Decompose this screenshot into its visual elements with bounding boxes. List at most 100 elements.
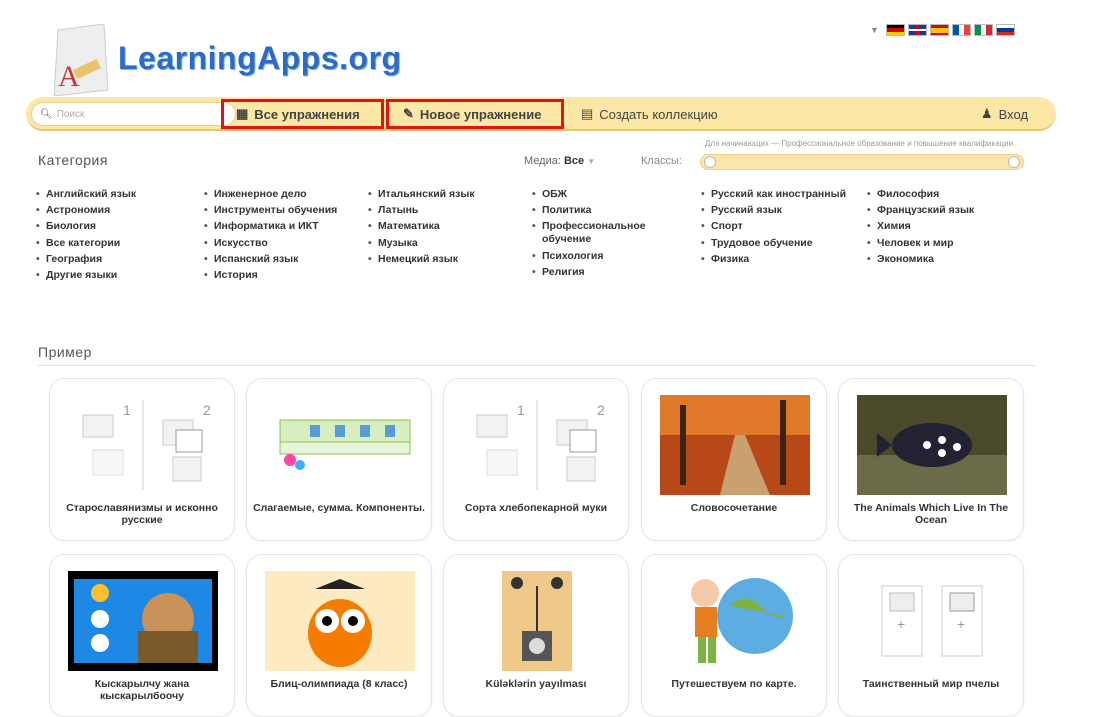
category-link[interactable]: ОБЖ: [530, 188, 680, 201]
category-link[interactable]: Искусство: [202, 237, 362, 250]
login-button[interactable]: ♟ Вход: [981, 99, 1028, 129]
example-card[interactable]: The Animals Which Live In The Ocean: [838, 378, 1024, 541]
example-card-title: Таинственный мир пчелы: [862, 678, 1000, 690]
category-link[interactable]: Итальянский язык: [366, 188, 526, 201]
category-link[interactable]: Французский язык: [865, 204, 1025, 217]
category-link[interactable]: Все категории: [34, 237, 194, 250]
svg-text:+: +: [897, 616, 905, 632]
user-icon: ♟: [981, 106, 993, 121]
chevron-down-icon: ▼: [587, 157, 596, 166]
search-input[interactable]: 🔍︎ Поиск: [31, 102, 236, 126]
divider: [38, 365, 1036, 366]
category-link[interactable]: Музыка: [366, 237, 526, 250]
category-link[interactable]: Инструменты обучения: [202, 204, 362, 217]
media-label: Медиа:: [524, 155, 561, 167]
all-exercises-button[interactable]: ▦ Все упражнения: [221, 99, 384, 129]
svg-text:1: 1: [123, 402, 131, 418]
example-card-title: Старославянизмы и исконно русские: [66, 502, 218, 526]
category-column: Русский как иностранный Русский язык Спорт…: [699, 188, 859, 269]
it-flag-icon[interactable]: [973, 24, 993, 36]
logo-art-icon: A: [53, 24, 109, 96]
new-exercise-button[interactable]: ✎ Новое упражнение: [386, 99, 564, 129]
category-column: ОБЖ Политика Профессиональное обучение Псих…: [530, 188, 680, 282]
gb-flag-icon[interactable]: [907, 24, 927, 36]
category-link[interactable]: Математика: [366, 220, 526, 233]
category-link[interactable]: Астрономия: [34, 204, 194, 217]
category-link[interactable]: Инженерное дело: [202, 188, 362, 201]
pair-template-thumbnail: 12: [82, 400, 211, 490]
classes-label: Классы:: [641, 155, 682, 167]
category-title: Категория: [38, 152, 108, 168]
ru-flag-icon[interactable]: [995, 24, 1015, 36]
example-card-title: The Animals Which Live In The Ocean: [853, 502, 1009, 526]
de-flag-icon[interactable]: [885, 24, 905, 36]
category-link[interactable]: Русский как иностранный: [699, 188, 859, 201]
autumn-road-photo-thumbnail: [660, 395, 810, 495]
es-flag-icon[interactable]: [929, 24, 949, 36]
classes-range-slider[interactable]: [700, 154, 1024, 170]
category-link[interactable]: География: [34, 253, 194, 266]
category-link[interactable]: Немецкий язык: [366, 253, 526, 266]
login-label: Вход: [998, 106, 1029, 122]
category-column: Английский язык Астрономия Биология Все кат…: [34, 188, 194, 285]
logo-text: LearningApps.org: [118, 40, 402, 76]
example-card[interactable]: 1 2 Сорта хлебопекарной муки: [443, 378, 629, 541]
category-link[interactable]: Испанский язык: [202, 253, 362, 266]
language-selector[interactable]: ▼: [870, 24, 1015, 36]
owl-graduate-thumbnail: [265, 571, 415, 671]
video-man-thumbnail: [68, 571, 218, 671]
example-card[interactable]: Küləklərin yayılması: [443, 554, 629, 717]
example-card[interactable]: Кыскарылчу жана кыскарылбоочу: [49, 554, 235, 717]
category-link[interactable]: Биология: [34, 220, 194, 233]
grid-icon: ▦: [236, 106, 249, 121]
collection-icon: ▤: [581, 106, 594, 121]
math-table-thumbnail: [279, 419, 411, 470]
add-template-thumbnail: + +: [881, 585, 983, 657]
category-link[interactable]: Информатика и ИКТ: [202, 220, 362, 233]
create-collection-button[interactable]: ▤ Создать коллекцию: [581, 99, 718, 129]
category-link[interactable]: Спорт: [699, 220, 859, 233]
category-link[interactable]: Химия: [865, 220, 1025, 233]
category-column: Философия Французский язык Химия Человек и …: [865, 188, 1025, 269]
example-card[interactable]: Блиц-олимпиада (8 класс): [246, 554, 432, 717]
category-link[interactable]: Латынь: [366, 204, 526, 217]
example-card[interactable]: 12 Старославянизмы и исконно русские: [49, 378, 235, 541]
anemometer-thumbnail: [502, 571, 572, 671]
category-link[interactable]: Английский язык: [34, 188, 194, 201]
category-link[interactable]: Философия: [865, 188, 1025, 201]
example-card-title: Слагаемые, сумма. Компоненты.: [253, 502, 425, 514]
category-link[interactable]: Психология: [530, 250, 680, 263]
category-link[interactable]: История: [202, 269, 362, 282]
example-card-title: Küləklərin yayılması: [485, 678, 587, 690]
category-link[interactable]: Трудовое обучение: [699, 237, 859, 250]
example-card[interactable]: Словосочетание: [641, 378, 827, 541]
svg-text:2: 2: [597, 402, 605, 418]
category-link[interactable]: Экономика: [865, 253, 1025, 266]
category-link[interactable]: Религия: [530, 266, 680, 279]
example-card[interactable]: Путешествуем по карте.: [641, 554, 827, 717]
svg-text:2: 2: [203, 402, 211, 418]
search-icon: 🔍︎: [40, 108, 53, 120]
pencil-icon: ✎: [403, 106, 414, 121]
examples-title: Пример: [38, 344, 92, 360]
media-value[interactable]: Все: [564, 155, 584, 167]
main-toolbar: 🔍︎ Поиск ▦ Все упражнения ✎ Новое упражн…: [26, 97, 1056, 131]
category-link[interactable]: Физика: [699, 253, 859, 266]
media-filter[interactable]: Медиа: Все ▼: [524, 155, 595, 167]
range-min-handle[interactable]: [704, 156, 716, 168]
category-link[interactable]: Профессиональное обучение: [530, 220, 680, 246]
search-placeholder: Поиск: [56, 108, 85, 120]
dropdown-arrow-icon[interactable]: ▼: [870, 25, 879, 35]
fr-flag-icon[interactable]: [951, 24, 971, 36]
category-link[interactable]: Другие языки: [34, 269, 194, 282]
category-link[interactable]: Политика: [530, 204, 680, 217]
svg-text:1: 1: [517, 402, 525, 418]
range-max-handle[interactable]: [1008, 156, 1020, 168]
category-link[interactable]: Русский язык: [699, 204, 859, 217]
example-card[interactable]: Слагаемые, сумма. Компоненты.: [246, 378, 432, 541]
all-exercises-label: Все упражнения: [254, 106, 360, 122]
logo[interactable]: A LearningApps.org: [38, 14, 401, 100]
category-link[interactable]: Человек и мир: [865, 237, 1025, 250]
example-card[interactable]: + + Таинственный мир пчелы: [838, 554, 1024, 717]
example-card-title: Сорта хлебопекарной муки: [464, 502, 608, 514]
